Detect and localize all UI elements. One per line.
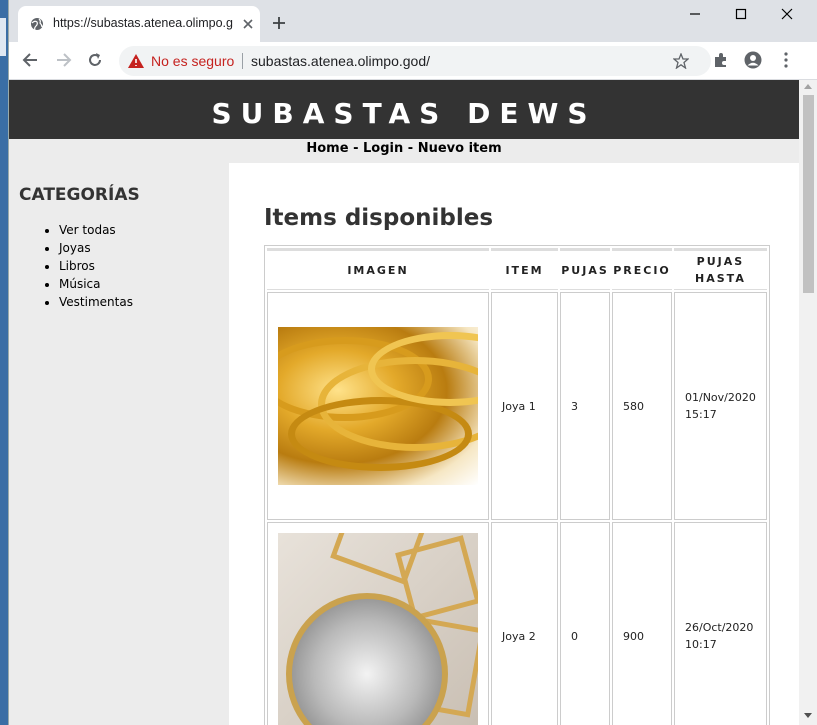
url-text[interactable]: subastas.atenea.olimpo.god/ bbox=[251, 53, 430, 69]
item-pujas-hasta: 26/Oct/2020 10:17 bbox=[674, 522, 767, 725]
page-title: Items disponibles bbox=[264, 205, 494, 231]
category-libros[interactable]: Libros bbox=[59, 257, 133, 275]
col-pujas: PUJAS bbox=[560, 248, 610, 290]
maximize-button[interactable] bbox=[718, 0, 764, 30]
browser-window: https://subastas.atenea.olimpo.god/ No e… bbox=[8, 0, 817, 725]
categories-list: Ver todas Joyas Libros Música Vestimenta… bbox=[19, 221, 133, 311]
category-vestimentas[interactable]: Vestimentas bbox=[59, 293, 133, 311]
site-title: SUBASTAS DEWS bbox=[211, 97, 597, 130]
item-pujas: 0 bbox=[560, 522, 610, 725]
site-header: SUBASTAS DEWS bbox=[9, 80, 799, 139]
close-tab-icon[interactable] bbox=[240, 16, 256, 32]
table-header-row: IMAGEN ITEM PUJAS PRECIO PUJAS HASTA bbox=[267, 248, 767, 290]
item-name[interactable]: Joya 2 bbox=[491, 522, 558, 725]
new-tab-icon[interactable] bbox=[271, 15, 287, 31]
col-item: ITEM bbox=[491, 248, 558, 290]
minimize-icon bbox=[690, 13, 700, 15]
desktop-window-fragment bbox=[0, 18, 6, 56]
nav-separator: - bbox=[403, 141, 418, 156]
address-bar[interactable]: No es seguro subastas.atenea.olimpo.god/ bbox=[119, 46, 711, 76]
item-hasta-date: 01/Nov/2020 bbox=[685, 391, 756, 404]
col-precio: PRECIO bbox=[612, 248, 672, 290]
item-hasta-time: 15:17 bbox=[685, 408, 717, 421]
item-precio: 580 bbox=[612, 292, 672, 520]
nav-login-link[interactable]: Login bbox=[363, 141, 403, 156]
back-arrow-icon[interactable] bbox=[21, 50, 41, 70]
item-image-gold-bracelets[interactable] bbox=[278, 327, 478, 485]
browser-toolbar: No es seguro subastas.atenea.olimpo.god/ bbox=[9, 42, 817, 80]
bookmark-star-icon[interactable] bbox=[673, 53, 689, 69]
item-pujas-hasta: 01/Nov/2020 15:17 bbox=[674, 292, 767, 520]
forward-arrow-icon[interactable] bbox=[53, 50, 73, 70]
category-musica[interactable]: Música bbox=[59, 275, 133, 293]
col-pujas-hasta: PUJAS HASTA bbox=[674, 248, 767, 290]
categories-heading: CATEGORÍAS bbox=[19, 185, 140, 205]
item-image-jewel-ring[interactable] bbox=[278, 533, 478, 725]
scroll-up-arrow-icon[interactable] bbox=[804, 84, 812, 89]
table-row[interactable]: Joya 2 0 900 26/Oct/2020 10:17 bbox=[267, 522, 767, 725]
item-hasta-time: 10:17 bbox=[685, 638, 717, 651]
item-name[interactable]: Joya 1 bbox=[491, 292, 558, 520]
item-precio: 900 bbox=[612, 522, 672, 725]
globe-icon bbox=[31, 18, 43, 31]
table-row[interactable]: Joya 1 3 580 01/Nov/2020 15:17 bbox=[267, 292, 767, 520]
tab-strip: https://subastas.atenea.olimpo.god/ bbox=[9, 0, 817, 42]
site-nav: Home - Login - Nuevo item bbox=[9, 139, 799, 163]
item-pujas: 3 bbox=[560, 292, 610, 520]
page-viewport: SUBASTAS DEWS Home - Login - Nuevo item … bbox=[9, 80, 799, 725]
vertical-scrollbar[interactable] bbox=[799, 80, 817, 725]
nav-home-link[interactable]: Home bbox=[306, 141, 348, 156]
omnibox-separator bbox=[242, 53, 243, 69]
categories-sidebar: CATEGORÍAS Ver todas Joyas Libros Música… bbox=[9, 163, 229, 725]
reload-icon[interactable] bbox=[85, 50, 105, 70]
tab-title: https://subastas.atenea.olimpo.god/ bbox=[53, 16, 233, 30]
category-ver-todas[interactable]: Ver todas bbox=[59, 221, 133, 239]
browser-tab[interactable]: https://subastas.atenea.olimpo.god/ bbox=[18, 6, 260, 42]
close-window-button[interactable] bbox=[764, 0, 810, 30]
warning-icon[interactable] bbox=[128, 54, 144, 68]
close-window-icon bbox=[781, 8, 793, 20]
scrollbar-thumb[interactable] bbox=[803, 95, 814, 293]
maximize-icon bbox=[735, 8, 747, 20]
items-table: IMAGEN ITEM PUJAS PRECIO PUJAS HASTA Joy… bbox=[264, 245, 770, 725]
nav-separator: - bbox=[348, 141, 364, 156]
security-indicator[interactable]: No es seguro bbox=[151, 53, 234, 69]
scroll-down-arrow-icon[interactable] bbox=[804, 713, 812, 718]
category-joyas[interactable]: Joyas bbox=[59, 239, 133, 257]
nav-new-item-link[interactable]: Nuevo item bbox=[418, 141, 502, 156]
profile-avatar-icon[interactable] bbox=[744, 51, 762, 69]
item-image-cell bbox=[267, 292, 489, 520]
main-content: Items disponibles IMAGEN ITEM PUJAS PREC… bbox=[229, 163, 799, 725]
item-hasta-date: 26/Oct/2020 bbox=[685, 621, 754, 634]
desktop-background bbox=[0, 0, 8, 725]
item-image-cell bbox=[267, 522, 489, 725]
extensions-puzzle-icon[interactable] bbox=[712, 51, 730, 69]
menu-kebab-icon[interactable] bbox=[777, 51, 795, 69]
minimize-button[interactable] bbox=[672, 0, 718, 30]
col-imagen: IMAGEN bbox=[267, 248, 489, 290]
